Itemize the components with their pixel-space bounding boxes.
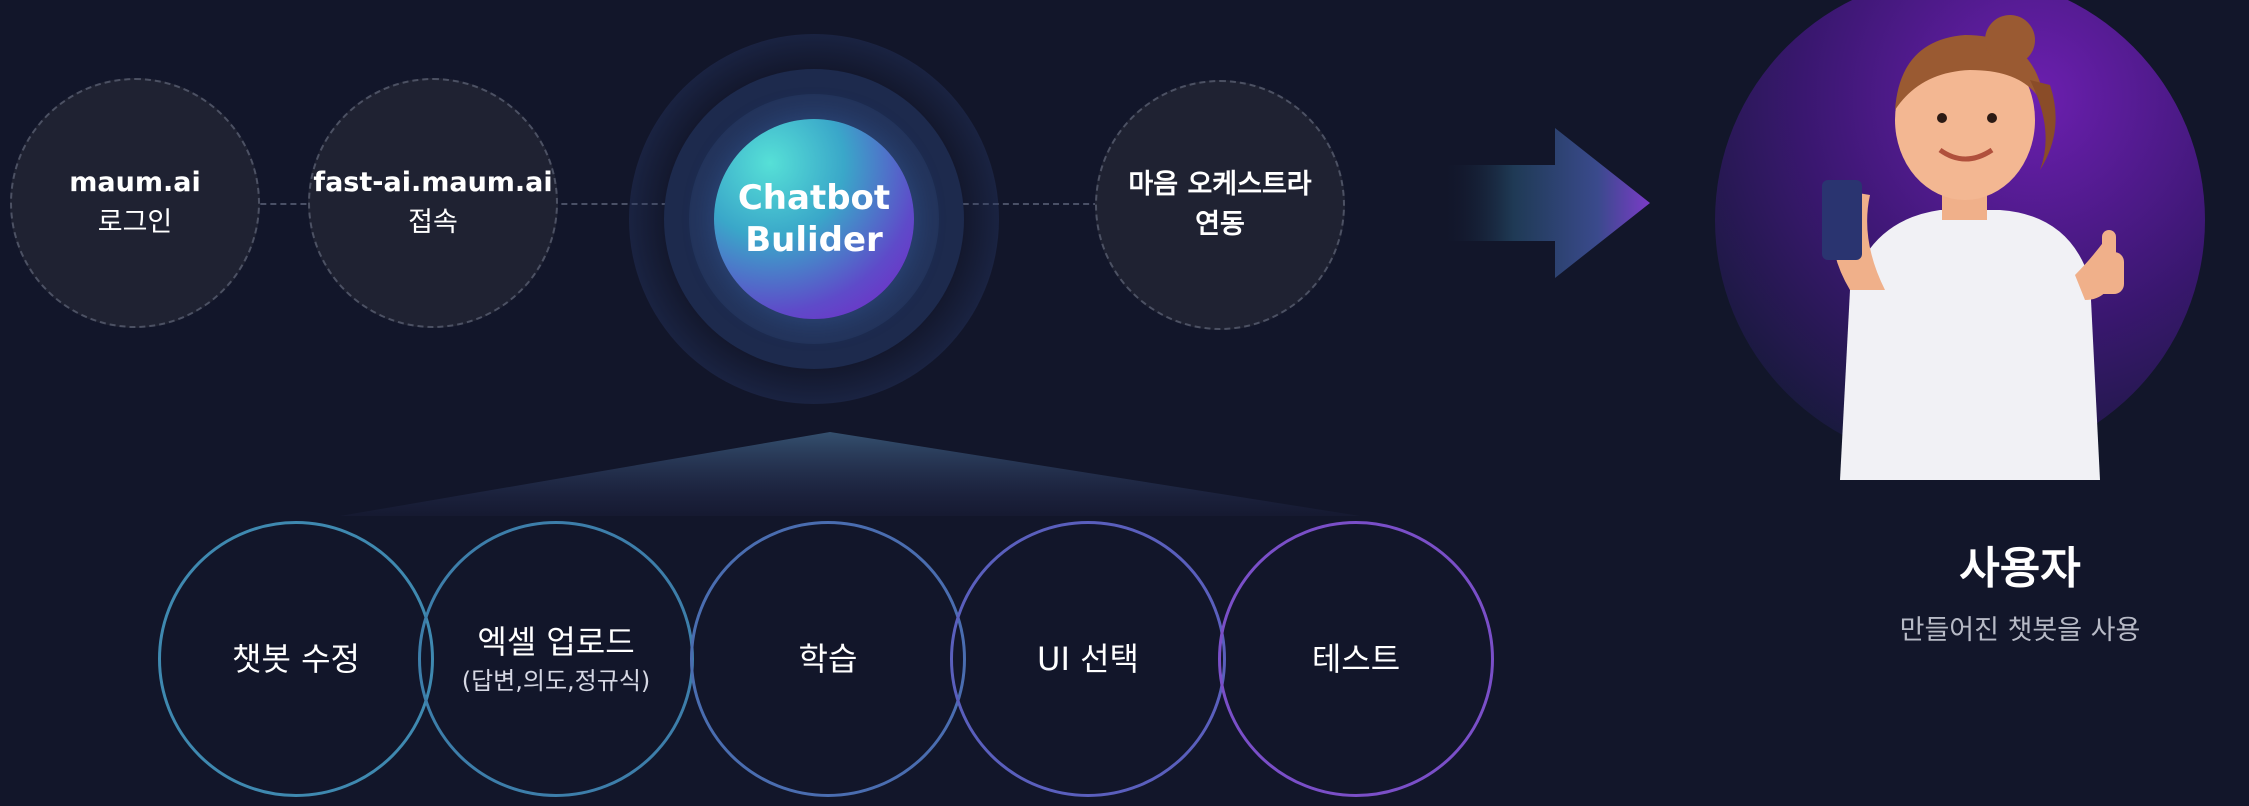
feature-training: 학습 <box>690 521 966 797</box>
feature-ui-select: UI 선택 <box>950 521 1226 797</box>
feature-label: UI 선택 <box>1037 640 1139 678</box>
step-subtitle: 접속 <box>408 207 458 238</box>
user-subtitle: 만들어진 챗봇을 사용 <box>1899 615 2141 646</box>
core-title-line2: Bulider <box>745 220 883 260</box>
step-subtitle: 로그인 <box>97 207 173 238</box>
feature-excel-upload: 엑셀 업로드 (답변,의도,정규식) <box>418 521 694 797</box>
step-fast-ai-access: fast-ai.maum.ai 접속 <box>308 78 558 328</box>
feature-test: 테스트 <box>1218 521 1494 797</box>
step-subtitle: 연동 <box>1195 209 1245 240</box>
feature-label: 엑셀 업로드 <box>477 623 635 661</box>
feature-sublabel: (답변,의도,정규식) <box>461 667 651 695</box>
feature-label: 챗봇 수정 <box>232 640 360 678</box>
woman-thumbs-up-phone-illustration <box>1715 0 2205 480</box>
step-orchestra-link: 마음 오케스트라 연동 <box>1095 80 1345 330</box>
chatbot-builder-node: Chatbot Bulider <box>714 119 914 319</box>
step-title: maum.ai <box>69 167 201 198</box>
step-maum-login: maum.ai 로그인 <box>10 78 260 328</box>
step-title: 마음 오케스트라 <box>1128 169 1312 200</box>
core-beam <box>340 432 1360 516</box>
feature-label: 테스트 <box>1311 640 1401 678</box>
feature-edit-chatbot: 챗봇 수정 <box>158 521 434 797</box>
step-title: fast-ai.maum.ai <box>313 167 553 198</box>
arrow-right-icon <box>1440 128 1650 278</box>
feature-label: 학습 <box>798 640 858 678</box>
user-title: 사용자 <box>1959 543 2081 594</box>
core-title-line1: Chatbot <box>737 178 891 218</box>
